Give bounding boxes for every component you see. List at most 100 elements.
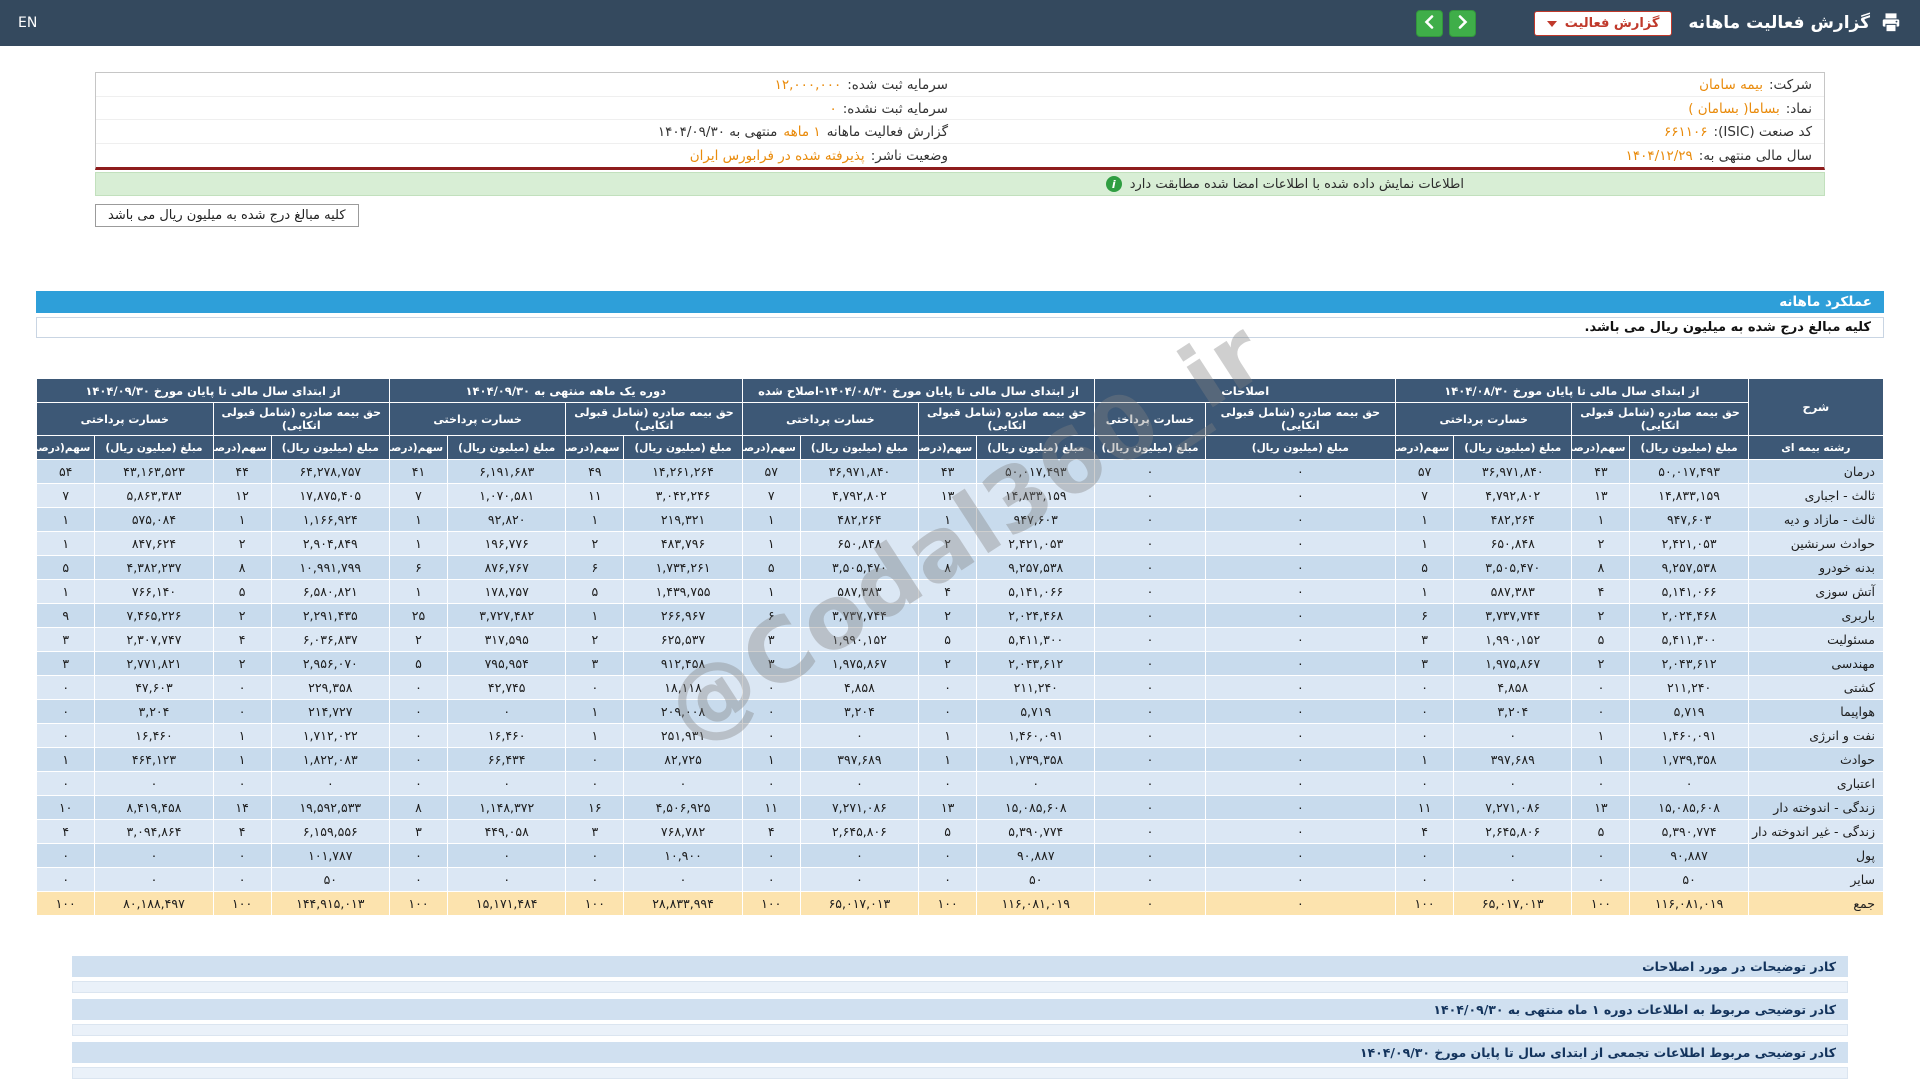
cell-value: ۲۰۹,۰۰۸ [623, 699, 743, 724]
table-row: باربری ۲,۰۲۴,۴۶۸ ۲ ۳,۷۳۷,۷۴۴ ۶ ۰ ۰ ۲,۰۲۴,۴۶۸ ۲ ۳,… [35, 603, 1885, 628]
cell-value: ۳ [565, 651, 625, 676]
cell-value: ۰ [1094, 699, 1206, 724]
measure-header: سهم(درصد) [1395, 435, 1455, 460]
cell-value: ۱۴ [212, 795, 272, 820]
cell-value: ۱ [1571, 723, 1631, 748]
cell-value: ۴ [1571, 579, 1631, 604]
cell-value: ۱ [1395, 531, 1455, 556]
note-content-row [72, 981, 1848, 993]
language-toggle[interactable]: EN [18, 15, 37, 31]
cell-value: ۳,۲۰۴ [94, 699, 214, 724]
cell-value: ۱,۹۷۵,۸۶۷ [1453, 651, 1573, 676]
cell-value: ۴ [212, 627, 272, 652]
cell-value: ۳ [741, 651, 801, 676]
row-label: درمان [1747, 459, 1885, 484]
cell-value: ۰ [35, 771, 96, 796]
measure-header: مبلغ (میلیون ریال) [1629, 435, 1749, 460]
cell-value: ۱ [1395, 507, 1455, 532]
cell-value: ۲ [212, 603, 272, 628]
subheader-claims: خسارت پرداختی [741, 402, 920, 436]
print-report-icon[interactable] [1880, 12, 1902, 34]
cell-value: ۰ [1395, 843, 1455, 868]
nav-back-button[interactable] [1415, 9, 1443, 37]
subheader-premium: حق بیمه صادره (شامل قبولی اتکایی) [1571, 402, 1749, 436]
cell-value: ۰ [270, 771, 390, 796]
cell-value: ۲,۲۹۱,۴۳۵ [270, 603, 390, 628]
cell-value: ۰ [388, 843, 449, 868]
measure-header: مبلغ (میلیون ریال) [976, 435, 1096, 460]
cell-value: ۰ [1204, 483, 1397, 508]
cell-value: ۰ [35, 867, 96, 892]
cell-value: ۱ [918, 723, 978, 748]
cell-value: ۹۱۲,۴۵۸ [623, 651, 743, 676]
cell-value: ۰ [741, 843, 801, 868]
nav-forward-button[interactable] [1448, 9, 1476, 37]
company-info-panel: شرکت: بیمه سامان نماد: بساما( بسامان ) کد صن… [95, 72, 1825, 170]
row-label: باربری [1747, 603, 1885, 628]
cell-value: ۱ [741, 579, 801, 604]
cell-value: ۰ [388, 699, 449, 724]
notes-section: کادر توضیحات در مورد اصلاحات کادر توضیحی … [72, 956, 1848, 1079]
cell-value: ۵۰ [270, 867, 390, 892]
cell-value: ۰ [1395, 771, 1455, 796]
measure-header: سهم(درصد) [1571, 435, 1631, 460]
cell-value: ۲,۰۲۴,۴۶۸ [1629, 603, 1749, 628]
cell-value: ۰ [799, 867, 920, 892]
cell-value: ۲ [918, 651, 978, 676]
cell-value: ۱۴,۲۶۱,۲۶۴ [623, 459, 743, 484]
cell-value: ۲ [918, 603, 978, 628]
cell-value: ۲,۹۰۴,۸۴۹ [270, 531, 390, 556]
cell-value: ۱,۱۶۶,۹۲۴ [270, 507, 390, 532]
cell-value: ۴۷,۶۰۳ [94, 675, 214, 700]
cell-value: ۰ [1204, 579, 1397, 604]
note-title-row: کادر توضیحات در مورد اصلاحات [72, 956, 1848, 977]
cell-value: ۰ [1395, 867, 1455, 892]
section-header-monthly-performance: عملکرد ماهانه [36, 291, 1884, 313]
report-type-button[interactable]: گزارش فعالیت [1533, 10, 1673, 36]
subheader-claims: خسارت پرداختی [1395, 402, 1573, 436]
cell-value: ۱,۴۶۰,۰۹۱ [976, 723, 1096, 748]
cell-value: ۰ [1094, 531, 1206, 556]
table-row: ثالث - اجباری ۱۴,۸۳۳,۱۵۹ ۱۳ ۴,۷۹۲,۸۰۲ ۷ ۰ ۰ ۱۴,… [35, 483, 1885, 508]
cell-value: ۰ [212, 843, 272, 868]
cell-value: ۰ [1453, 843, 1573, 868]
cell-value: ۱ [565, 507, 625, 532]
cell-value: ۱,۸۲۲,۰۸۳ [270, 747, 390, 772]
cell-value: ۰ [623, 771, 743, 796]
cell-value: ۹۰,۸۸۷ [976, 843, 1096, 868]
cell-value: ۵۰ [976, 867, 1096, 892]
measure-header: مبلغ (میلیون ریال) [270, 435, 390, 460]
cell-value: ۳۱۷,۵۹۵ [447, 627, 567, 652]
info-value: ۱ ماهه [783, 124, 821, 140]
cell-value: ۱,۹۷۵,۸۶۷ [799, 651, 920, 676]
cell-value: ۶۵۰,۸۴۸ [799, 531, 920, 556]
cell-value: ۹۴۷,۶۰۳ [976, 507, 1096, 532]
measure-header: سهم(درصد) [35, 435, 96, 460]
cell-value: ۲,۴۲۱,۰۵۳ [1629, 531, 1749, 556]
cell-value: ۱۶ [565, 795, 625, 820]
cell-value: ۱۵,۱۷۱,۴۸۴ [447, 891, 567, 916]
cell-value: ۲,۰۲۴,۴۶۸ [976, 603, 1096, 628]
cell-value: ۵,۳۹۰,۷۷۴ [1629, 819, 1749, 844]
measure-header: مبلغ (میلیون ریال) [447, 435, 567, 460]
cell-value: ۳,۰۹۴,۸۶۴ [94, 819, 214, 844]
cell-value: ۰ [1204, 795, 1397, 820]
cell-value: ۰ [1571, 699, 1631, 724]
info-value: بساما( بسامان ) [1688, 100, 1780, 117]
cell-value: ۴,۷۹۲,۸۰۲ [799, 483, 920, 508]
cell-value: ۷ [35, 483, 96, 508]
table-row: ثالث - مازاد و دیه ۹۴۷,۶۰۳ ۱ ۴۸۲,۲۶۴ ۱ ۰ ۰ ۹۴۷,… [35, 507, 1885, 532]
cell-value: ۱ [1395, 579, 1455, 604]
row-label: حوادث [1747, 747, 1885, 772]
cell-value: ۷ [1395, 483, 1455, 508]
cell-value: ۲,۶۴۵,۸۰۶ [799, 819, 920, 844]
cell-value: ۱۰۰ [388, 891, 449, 916]
cell-value: ۱۰۰ [565, 891, 625, 916]
measure-header: مبلغ (میلیون ریال) [94, 435, 214, 460]
cell-value: ۰ [1204, 675, 1397, 700]
cell-value: ۵ [918, 627, 978, 652]
info-value: پذیرفته شده در فرابورس ایران [689, 147, 865, 164]
cell-value: ۴۳ [918, 459, 978, 484]
cell-value: ۱,۷۳۹,۳۵۸ [1629, 747, 1749, 772]
cell-value: ۴ [918, 579, 978, 604]
